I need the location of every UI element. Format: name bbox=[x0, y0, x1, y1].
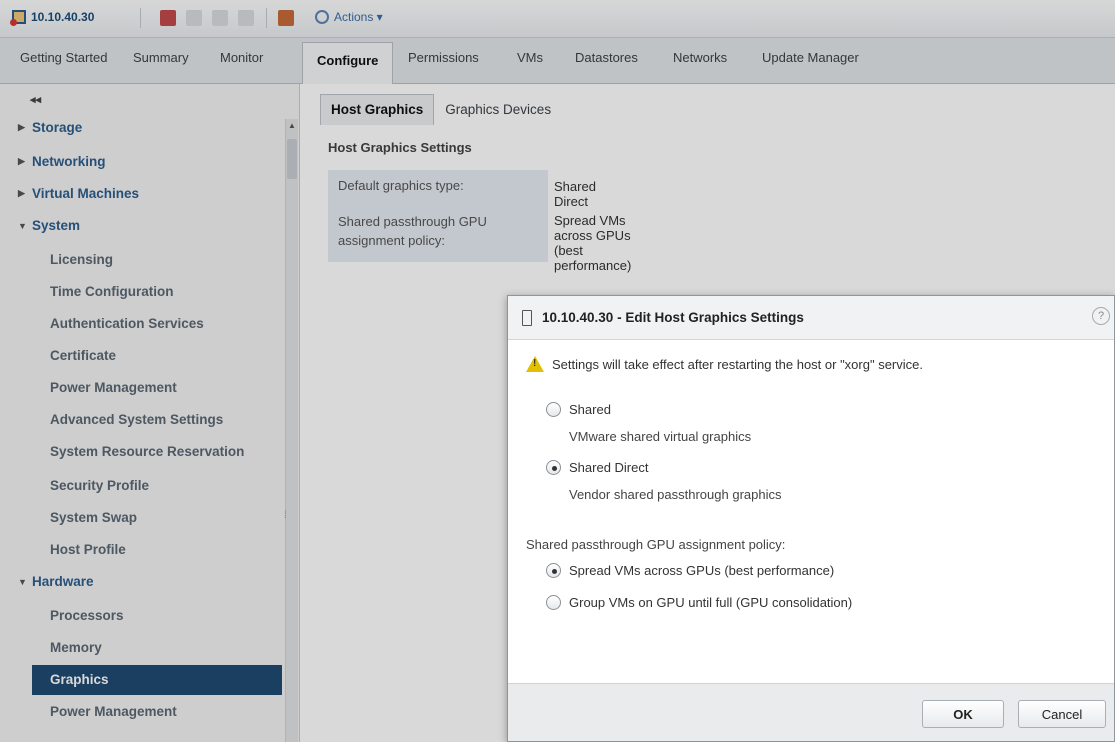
gear-icon bbox=[315, 10, 329, 24]
disabled-action-icon bbox=[238, 10, 254, 26]
radio-label: Spread VMs across GPUs (best performance… bbox=[569, 563, 835, 578]
tab-getting-started[interactable]: Getting Started bbox=[20, 50, 107, 65]
tab-summary[interactable]: Summary bbox=[133, 50, 189, 65]
chevron-right-icon: ▶ bbox=[18, 122, 25, 132]
radio-button[interactable] bbox=[546, 402, 561, 417]
dialog-header: 10.10.40.30 - Edit Host Graphics Setting… bbox=[508, 296, 1114, 340]
edit-host-graphics-dialog: 10.10.40.30 - Edit Host Graphics Setting… bbox=[507, 295, 1115, 742]
sidebar-group-label: Networking bbox=[32, 154, 106, 169]
resize-grip-icon[interactable]: ⁞ bbox=[284, 510, 287, 521]
subtab-graphics-devices[interactable]: Graphics Devices bbox=[434, 94, 562, 125]
actions-menu[interactable]: Actions ▾ bbox=[315, 10, 383, 24]
toolbar-separator bbox=[266, 8, 267, 28]
radio-button-selected[interactable] bbox=[546, 460, 561, 475]
sidebar-item-authentication-services[interactable]: Authentication Services bbox=[50, 316, 204, 331]
radio-group-vms[interactable]: Group VMs on GPU until full (GPU consoli… bbox=[546, 595, 852, 610]
sidebar-item-time-configuration[interactable]: Time Configuration bbox=[50, 284, 174, 299]
chevron-right-icon: ▶ bbox=[18, 188, 25, 198]
sidebar-group-label: System bbox=[32, 218, 81, 233]
option-description: VMware shared virtual graphics bbox=[569, 429, 752, 444]
tab-monitor[interactable]: Monitor bbox=[220, 50, 263, 65]
chevron-down-icon: ▼ bbox=[18, 576, 27, 587]
subtab-row: Host Graphics Graphics Devices bbox=[320, 94, 562, 125]
device-icon bbox=[522, 309, 532, 326]
host-title[interactable]: 10.10.40.30 bbox=[10, 10, 95, 26]
disabled-action-icon bbox=[212, 10, 228, 26]
warning-icon bbox=[526, 356, 544, 372]
ok-button[interactable]: OK bbox=[922, 700, 1004, 728]
policy-label: Shared passthrough GPU assignment policy… bbox=[526, 537, 786, 552]
section-title: Host Graphics Settings bbox=[328, 140, 472, 155]
radio-label: Group VMs on GPU until full (GPU consoli… bbox=[569, 595, 853, 610]
main-tabs: Getting Started Summary Monitor Configur… bbox=[0, 38, 1115, 85]
sidebar-item-licensing[interactable]: Licensing bbox=[50, 252, 113, 267]
disabled-action-icon bbox=[186, 10, 202, 26]
collapse-sidebar-icon[interactable]: ◂◂ bbox=[30, 93, 41, 106]
radio-shared-direct[interactable]: Shared Direct bbox=[546, 460, 648, 475]
tab-update-manager[interactable]: Update Manager bbox=[762, 50, 859, 65]
sidebar-item-graphics[interactable]: Graphics bbox=[32, 665, 282, 695]
setting-label-gpu-policy: Shared passthrough GPU assignment policy… bbox=[328, 204, 548, 262]
sidebar-group-system[interactable]: ▼ System bbox=[18, 218, 80, 233]
radio-label: Shared bbox=[569, 402, 611, 417]
tab-configure[interactable]: Configure bbox=[302, 42, 394, 85]
host-icon bbox=[10, 10, 26, 26]
vm-action-icon[interactable] bbox=[160, 10, 176, 26]
sidebar-group-label: Virtual Machines bbox=[32, 186, 140, 201]
sidebar-item-power-management[interactable]: Power Management bbox=[50, 380, 177, 395]
host-title-label: 10.10.40.30 bbox=[31, 10, 95, 24]
restart-warning: Settings will take effect after restarti… bbox=[526, 356, 923, 372]
sidebar-item-hardware-power-management[interactable]: Power Management bbox=[50, 704, 177, 719]
sidebar-item-processors[interactable]: Processors bbox=[50, 608, 124, 623]
toolbar-separator bbox=[140, 8, 141, 28]
sidebar-group-storage[interactable]: ▶ Storage bbox=[18, 120, 82, 135]
radio-shared[interactable]: Shared bbox=[546, 402, 611, 417]
sidebar-item-security-profile[interactable]: Security Profile bbox=[50, 478, 149, 493]
tab-vms[interactable]: VMs bbox=[517, 50, 543, 65]
tab-datastores[interactable]: Datastores bbox=[575, 50, 638, 65]
radio-label: Shared Direct bbox=[569, 460, 649, 475]
chevron-down-icon: ▼ bbox=[18, 220, 27, 231]
sidebar-item-advanced-system-settings[interactable]: Advanced System Settings bbox=[50, 412, 223, 427]
sidebar-group-label: Storage bbox=[32, 120, 83, 135]
actions-label: Actions ▾ bbox=[334, 10, 383, 24]
sidebar-item-system-swap[interactable]: System Swap bbox=[50, 510, 137, 525]
sidebar-scrollbar[interactable]: ▲ bbox=[285, 119, 298, 742]
radio-spread-vms[interactable]: Spread VMs across GPUs (best performance… bbox=[546, 563, 834, 578]
sidebar-item-memory[interactable]: Memory bbox=[50, 640, 102, 655]
tab-networks[interactable]: Networks bbox=[673, 50, 727, 65]
radio-button-selected[interactable] bbox=[546, 563, 561, 578]
migrate-icon[interactable] bbox=[278, 10, 294, 26]
tab-permissions[interactable]: Permissions bbox=[408, 50, 479, 65]
setting-value-gpu-policy: Spread VMs across GPUs (best performance… bbox=[554, 213, 632, 273]
top-toolbar: 10.10.40.30 Actions ▾ bbox=[0, 0, 1115, 38]
sidebar-group-label: Hardware bbox=[32, 574, 94, 589]
radio-button[interactable] bbox=[546, 595, 561, 610]
subtab-host-graphics[interactable]: Host Graphics bbox=[320, 94, 435, 125]
help-icon[interactable]: ? bbox=[1092, 307, 1110, 325]
sidebar-group-virtual-machines[interactable]: ▶ Virtual Machines bbox=[18, 186, 139, 201]
sidebar-group-networking[interactable]: ▶ Networking bbox=[18, 154, 106, 169]
sidebar-group-hardware[interactable]: ▼ Hardware bbox=[18, 574, 94, 589]
option-description: Vendor shared passthrough graphics bbox=[569, 487, 782, 502]
setting-value-default-graphics-type: Shared Direct bbox=[554, 179, 596, 209]
setting-label-default-graphics-type: Default graphics type: bbox=[328, 170, 548, 204]
sidebar-item-system-resource-reservation[interactable]: System Resource Reservation bbox=[50, 444, 244, 459]
sidebar-item-certificate[interactable]: Certificate bbox=[50, 348, 116, 363]
warning-text: Settings will take effect after restarti… bbox=[552, 356, 923, 372]
settings-sidebar: ◂◂ ▶ Storage ▶ Networking ▶ Virtual Mach… bbox=[0, 84, 300, 742]
dialog-footer: OK Cancel bbox=[508, 683, 1114, 741]
dialog-title: 10.10.40.30 - Edit Host Graphics Setting… bbox=[542, 310, 804, 325]
scroll-thumb[interactable] bbox=[287, 139, 297, 179]
cancel-button[interactable]: Cancel bbox=[1018, 700, 1106, 728]
scroll-up-icon[interactable]: ▲ bbox=[288, 121, 296, 130]
chevron-right-icon: ▶ bbox=[18, 156, 25, 166]
sidebar-item-host-profile[interactable]: Host Profile bbox=[50, 542, 126, 557]
